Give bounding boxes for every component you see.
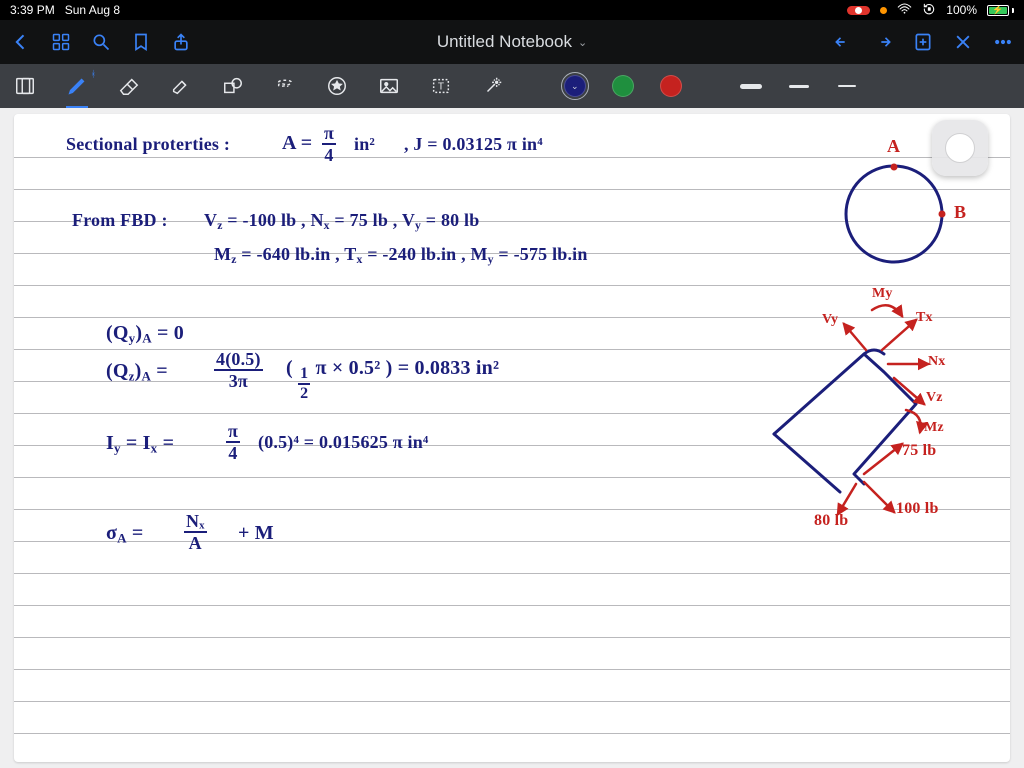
mic-indicator-icon — [880, 7, 887, 14]
favorites-tool[interactable] — [324, 73, 350, 99]
svg-text:T: T — [438, 82, 444, 93]
stroke-width-2[interactable] — [788, 81, 810, 91]
status-time: 3:39 PM — [10, 3, 55, 17]
ink-color-1[interactable]: ⌄ — [564, 75, 586, 97]
close-edit-button[interactable] — [952, 31, 974, 53]
navbar: Untitled Notebook ⌄ — [0, 20, 1024, 64]
image-tool[interactable] — [376, 73, 402, 99]
ink-color-3[interactable] — [660, 75, 682, 97]
bluetooth-icon: ᚼ — [91, 69, 96, 79]
stroke-width-3[interactable] — [836, 81, 858, 91]
stroke-width-1[interactable] — [740, 81, 762, 91]
battery-percent: 100% — [946, 3, 977, 17]
nav-left — [10, 31, 192, 53]
undo-button[interactable] — [832, 31, 854, 53]
status-left: 3:39 PM Sun Aug 8 — [10, 3, 120, 17]
record-dot-icon — [855, 7, 862, 14]
notebook-page[interactable]: Sectional proterties : A = π4 in² , J = … — [14, 114, 1010, 762]
status-right: 100% ⚡ — [847, 2, 1014, 19]
lasso-tool[interactable] — [272, 73, 298, 99]
document-title-button[interactable]: Untitled Notebook ⌄ — [210, 32, 814, 52]
eraser-tool[interactable] — [116, 73, 142, 99]
back-button[interactable] — [10, 31, 32, 53]
status-bar: 3:39 PM Sun Aug 8 100% ⚡ — [0, 0, 1024, 20]
thumbnails-button[interactable] — [50, 31, 72, 53]
laser-tool[interactable] — [480, 73, 506, 99]
pen-tool[interactable]: ᚼ — [64, 73, 90, 99]
screen-record-pill[interactable] — [847, 6, 870, 15]
read-mode-tool[interactable] — [12, 73, 38, 99]
redo-button[interactable] — [872, 31, 894, 53]
chevron-down-icon: ⌄ — [571, 81, 579, 92]
bookmark-button[interactable] — [130, 31, 152, 53]
shape-tool[interactable] — [220, 73, 246, 99]
battery-icon: ⚡ — [987, 5, 1014, 16]
canvas-area: Sectional proterties : A = π4 in² , J = … — [0, 108, 1024, 768]
chevron-down-icon: ⌄ — [578, 36, 587, 49]
toolbar: ᚼ T ⌄ — [0, 64, 1024, 108]
more-button[interactable] — [992, 31, 1014, 53]
orientation-lock-icon — [922, 2, 936, 19]
nav-right — [832, 31, 1014, 53]
wifi-icon — [897, 3, 912, 18]
share-button[interactable] — [170, 31, 192, 53]
text-tool[interactable]: T — [428, 73, 454, 99]
add-page-button[interactable] — [912, 31, 934, 53]
highlighter-tool[interactable] — [168, 73, 194, 99]
status-date: Sun Aug 8 — [65, 3, 120, 17]
ink-color-2[interactable] — [612, 75, 634, 97]
document-title: Untitled Notebook — [437, 32, 572, 52]
sketch-overlay — [14, 114, 1010, 762]
search-button[interactable] — [90, 31, 112, 53]
